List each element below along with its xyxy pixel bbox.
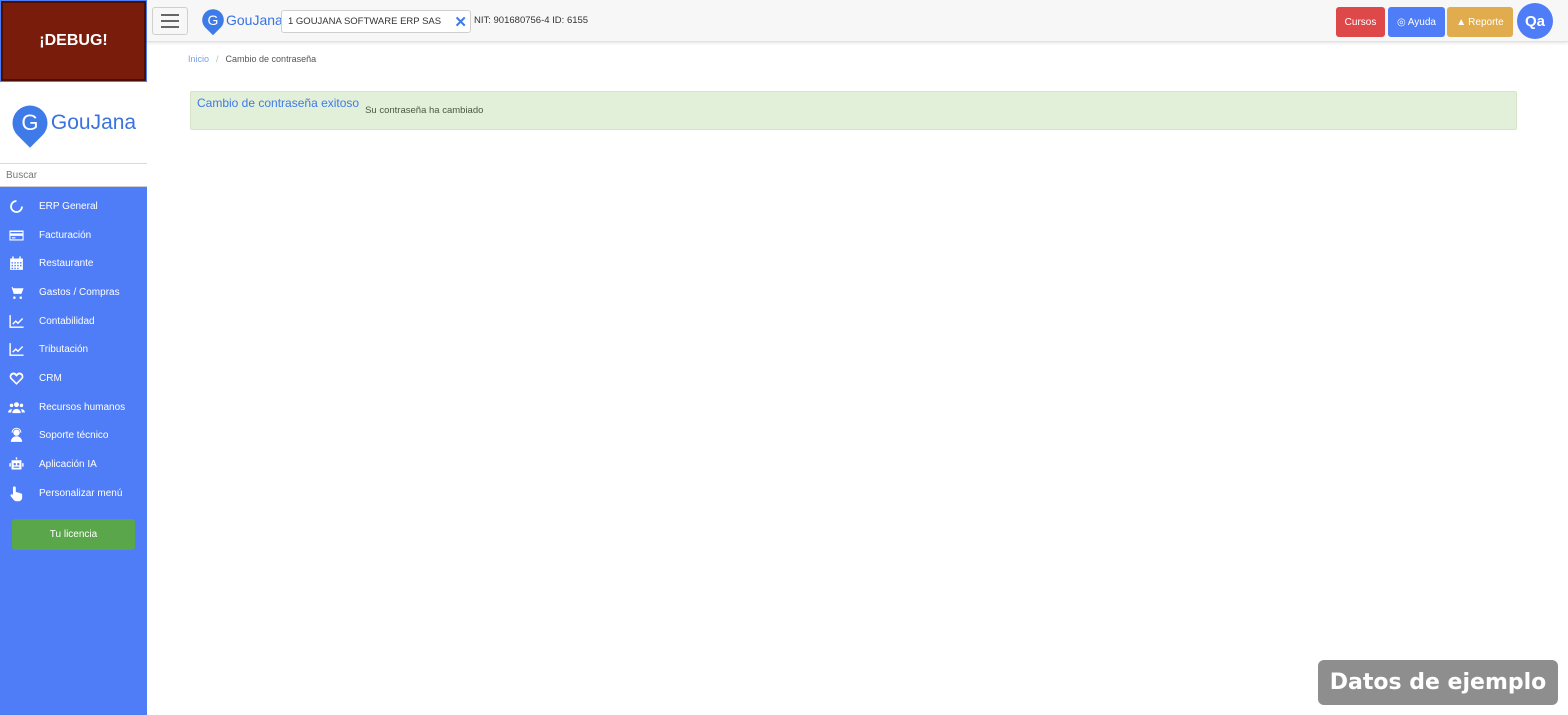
reporte-button[interactable]: ▲ Reporte <box>1447 7 1513 37</box>
user-avatar[interactable]: Qa <box>1517 3 1553 39</box>
sidebar-item-tributacion[interactable]: Tributación <box>0 335 147 364</box>
cart-icon <box>0 284 39 301</box>
sidebar-item-label: Contabilidad <box>39 315 95 327</box>
sidebar-item-label: Aplicación IA <box>39 459 97 471</box>
sidebar-item-label: ERP General <box>39 200 98 212</box>
sample-data-watermark: Datos de ejemplo <box>1318 660 1558 705</box>
sidebar-item-label: CRM <box>39 372 62 384</box>
license-button[interactable]: Tu licencia <box>12 519 135 550</box>
heart-icon <box>0 370 39 387</box>
topbar-logo-text: GouJana <box>226 12 283 28</box>
logo-drop-icon: G <box>5 97 55 148</box>
sidebar-item-erp-general[interactable]: ERP General <box>0 192 147 221</box>
debug-label: ¡DEBUG! <box>39 32 108 49</box>
sidebar-item-crm[interactable]: CRM <box>0 364 147 393</box>
sidebar-item-restaurante[interactable]: Restaurante <box>0 249 147 278</box>
breadcrumb-home-link[interactable]: Inicio <box>188 54 209 64</box>
hand-pointer-icon <box>0 485 39 502</box>
warning-icon: ▲ <box>1456 16 1467 28</box>
sidebar-item-gastos-compras[interactable]: Gastos / Compras <box>0 278 147 307</box>
debug-banner: ¡DEBUG! <box>1 1 146 81</box>
search-input[interactable] <box>0 164 147 186</box>
ayuda-label: Ayuda <box>1407 16 1436 28</box>
menu-toggle-button[interactable] <box>152 7 188 35</box>
sidebar-logo-area[interactable]: G GouJana <box>0 82 147 164</box>
breadcrumb-separator: / <box>216 54 219 64</box>
sidebar-item-contabilidad[interactable]: Contabilidad <box>0 307 147 336</box>
sidebar-item-facturacion[interactable]: Facturación <box>0 221 147 250</box>
hamburger-icon <box>161 14 179 16</box>
logo-text: GouJana <box>50 110 137 134</box>
sidebar-item-label: Restaurante <box>39 258 94 270</box>
users-icon <box>0 399 39 416</box>
company-select-value: 1 GOUJANA SOFTWARE ERP SAS <box>288 16 442 27</box>
sidebar-item-recursos-humanos[interactable]: Recursos humanos <box>0 393 147 422</box>
sidebar: ¡DEBUG! G GouJana ERP General Facturació… <box>0 0 147 715</box>
reporte-label: Reporte <box>1468 16 1504 28</box>
chart-line-icon <box>0 313 39 330</box>
whatsapp-icon: ◎ <box>1397 16 1406 28</box>
alert-title: Cambio de contraseña exitoso <box>197 96 360 110</box>
goujana-logo[interactable]: G GouJana <box>5 97 137 148</box>
sidebar-menu: ERP General Facturación Restaurante Gast… <box>0 192 147 508</box>
sidebar-item-label: Tributación <box>39 344 89 356</box>
sidebar-item-soporte-tecnico[interactable]: Soporte técnico <box>0 422 147 451</box>
breadcrumb: Inicio / Cambio de contraseña <box>188 54 316 64</box>
sidebar-item-aplicacion-ia[interactable]: Aplicación IA <box>0 450 147 479</box>
top-navbar: G GouJana 1 GOUJANA SOFTWARE ERP SAS ✕ N… <box>147 0 1568 42</box>
company-select[interactable]: 1 GOUJANA SOFTWARE ERP SAS ✕ <box>281 10 471 33</box>
clear-icon[interactable]: ✕ <box>454 13 467 31</box>
robot-icon <box>0 456 39 473</box>
breadcrumb-current: Cambio de contraseña <box>225 54 317 64</box>
sidebar-item-label: Personalizar menú <box>39 487 123 499</box>
topbar-logo[interactable]: G GouJana <box>197 4 283 36</box>
power-circle-icon <box>0 198 39 215</box>
cursos-label: Cursos <box>1344 16 1377 28</box>
sidebar-search[interactable] <box>0 164 147 187</box>
sidebar-item-label: Gastos / Compras <box>39 286 120 298</box>
sidebar-item-label: Facturación <box>39 229 92 241</box>
success-alert: Cambio de contraseña exitoso Su contrase… <box>190 91 1517 130</box>
sidebar-item-label: Recursos humanos <box>39 401 126 413</box>
alert-message: Su contraseña ha cambiado <box>365 105 484 116</box>
sidebar-item-label: Soporte técnico <box>39 430 109 442</box>
chart-line-icon <box>0 341 39 358</box>
logo-drop-icon: G <box>197 4 229 36</box>
sidebar-item-personalizar-menu[interactable]: Personalizar menú <box>0 479 147 508</box>
cursos-button[interactable]: Cursos <box>1336 7 1385 37</box>
calendar-icon <box>0 255 39 272</box>
credit-card-icon <box>0 227 39 244</box>
ayuda-button[interactable]: ◎ Ayuda <box>1388 7 1445 37</box>
support-user-icon <box>0 427 39 444</box>
nit-info: NIT: 901680756-4 ID: 6155 <box>474 15 589 26</box>
